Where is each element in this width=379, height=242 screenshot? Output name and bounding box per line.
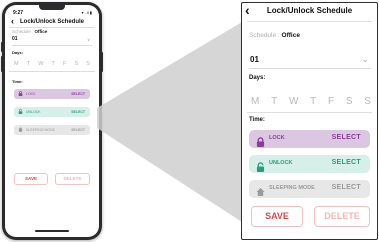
day-toggle[interactable]: S — [346, 96, 353, 107]
schedule-name: Schedule : Office — [249, 32, 300, 39]
unlock-label: UNLOCK — [269, 160, 293, 166]
divider — [247, 21, 372, 22]
sleeping-mode-option[interactable]: SLEEPING MODE SELECT — [249, 180, 370, 198]
sleeping-mode-label: SLEEPING MODE — [269, 185, 315, 191]
page-title: Lock/Unlock Schedule — [266, 6, 353, 15]
lock-option[interactable]: LOCK SELECT — [249, 130, 370, 148]
day-toggle[interactable]: T — [271, 96, 277, 107]
sleeping-mode-select-button[interactable]: SELECT — [332, 184, 361, 191]
unlock-icon — [256, 159, 265, 172]
lock-select-button[interactable]: SELECT — [332, 134, 361, 141]
time-label: Time: — [249, 117, 265, 123]
day-toggle[interactable]: M — [251, 96, 259, 107]
day-toggle[interactable]: S — [364, 96, 371, 107]
schedule-select[interactable]: 01 ⌄ — [249, 53, 371, 69]
schedule-value: Office — [281, 32, 300, 39]
unlock-select-button[interactable]: SELECT — [332, 159, 361, 166]
zoomed-screen-panel: ‹ Lock/Unlock Schedule Schedule : Office… — [241, 2, 378, 240]
unlock-option[interactable]: UNLOCK SELECT — [249, 155, 370, 173]
day-toggle[interactable]: T — [310, 96, 316, 107]
day-toggle[interactable]: W — [289, 96, 298, 107]
save-button[interactable]: SAVE — [251, 206, 303, 227]
days-row: M T W T F S S — [251, 96, 371, 107]
chevron-down-icon: ⌄ — [361, 54, 369, 64]
schedule-label: Schedule : — [249, 32, 282, 39]
delete-button[interactable]: DELETE — [314, 206, 370, 227]
day-toggle[interactable]: F — [328, 96, 334, 107]
divider — [247, 112, 372, 113]
days-label: Days: — [249, 75, 266, 81]
schedule-select-value: 01 — [250, 55, 259, 64]
lock-label: LOCK — [269, 135, 285, 141]
home-icon — [256, 184, 265, 197]
lock-icon — [256, 134, 265, 147]
